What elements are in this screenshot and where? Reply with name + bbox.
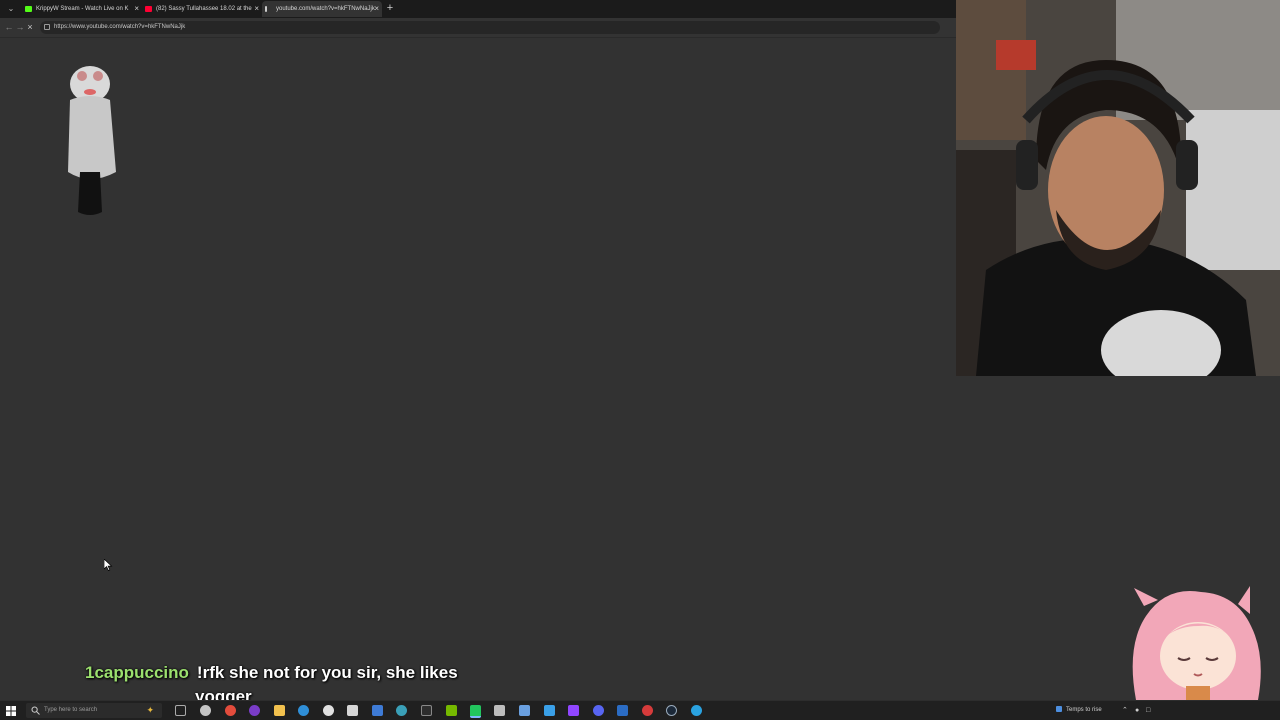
lock-icon: [44, 24, 50, 30]
discord-icon[interactable]: [593, 705, 604, 716]
close-icon[interactable]: ×: [134, 1, 139, 17]
streamer-webcam-image: [956, 0, 1280, 376]
widgets-icon[interactable]: [200, 705, 211, 716]
mouse-cursor-icon: [104, 559, 113, 571]
stop-loading-icon[interactable]: ×: [24, 21, 36, 33]
mail-icon[interactable]: [421, 705, 432, 716]
sparkle-icon: ✦: [146, 705, 154, 715]
phone-icon[interactable]: [494, 705, 505, 716]
taskbar-search-input[interactable]: Type here to search ✦: [26, 703, 162, 718]
browser-tab-youtube-video[interactable]: (82) Sassy Tullahassee 18.02 at the ×: [142, 1, 262, 17]
windows-start-icon[interactable]: [6, 706, 16, 716]
chat-username: 1cappuccino: [85, 663, 189, 682]
app-icon[interactable]: [470, 705, 481, 718]
chrome-icon[interactable]: [225, 705, 236, 716]
close-icon[interactable]: ×: [254, 1, 259, 17]
weather-widget[interactable]: Temps to rise: [1056, 701, 1102, 720]
youtube-favicon-icon: [145, 6, 152, 12]
weather-icon: [1056, 706, 1062, 713]
twitch-icon[interactable]: [568, 705, 579, 716]
opera-icon[interactable]: [642, 705, 653, 716]
browser-tab-kick[interactable]: KrippyW Stream - Watch Live on K ×: [22, 1, 142, 17]
microphone-icon[interactable]: ●: [1135, 706, 1139, 715]
tab-title: youtube.com/watch?v=hkFTNwNaJjk: [276, 6, 375, 12]
nvidia-icon[interactable]: [446, 705, 457, 716]
photos-icon[interactable]: [372, 705, 383, 716]
obs-icon[interactable]: [249, 705, 260, 716]
task-view-icon[interactable]: [175, 705, 186, 716]
anime-avatar-image: [1132, 586, 1261, 700]
edge-dev-icon[interactable]: [691, 705, 702, 716]
edge-icon[interactable]: [298, 705, 309, 716]
tab-title: KrippyW Stream - Watch Live on K: [36, 6, 129, 12]
browser-tab-active[interactable]: youtube.com/watch?v=hkFTNwNaJjk ×: [262, 1, 382, 17]
page-content: [0, 38, 956, 700]
kick-favicon-icon: [25, 6, 32, 12]
steam-icon[interactable]: [666, 705, 677, 716]
webcam-overlay: [956, 0, 1280, 376]
search-placeholder: Type here to search: [44, 707, 98, 713]
plus-icon[interactable]: +: [384, 2, 396, 14]
loading-favicon-icon: [265, 6, 267, 12]
file-explorer-icon[interactable]: [274, 705, 285, 716]
network-icon[interactable]: □: [1146, 706, 1150, 715]
chevron-up-icon[interactable]: ⌃: [1122, 706, 1128, 715]
search-icon: [31, 706, 40, 715]
url-text: https://www.youtube.com/watch?v=hkFTNwNa…: [54, 24, 186, 30]
browser-icon[interactable]: [617, 705, 628, 716]
word-icon[interactable]: [544, 705, 555, 716]
settings-icon[interactable]: [519, 705, 530, 716]
notepad-icon[interactable]: [396, 705, 407, 716]
tab-title: (82) Sassy Tullahassee 18.02 at the: [156, 6, 252, 12]
chat-message: 1cappuccino !rfk she not for you sir, she…: [85, 659, 505, 686]
weather-text: Temps to rise: [1066, 707, 1102, 713]
sticker-figure-image: [68, 66, 116, 215]
chevron-down-icon[interactable]: ⌄: [6, 4, 16, 14]
clock-icon[interactable]: [323, 705, 334, 716]
terminal-icon[interactable]: [347, 705, 358, 716]
chat-message-text: !rfk she not for you sir, she likes: [196, 663, 458, 682]
address-bar[interactable]: https://www.youtube.com/watch?v=hkFTNwNa…: [40, 21, 940, 34]
close-icon[interactable]: ×: [374, 1, 379, 17]
taskbar: Type here to search ✦ Temps to rise ⌃ ● …: [0, 700, 1280, 720]
